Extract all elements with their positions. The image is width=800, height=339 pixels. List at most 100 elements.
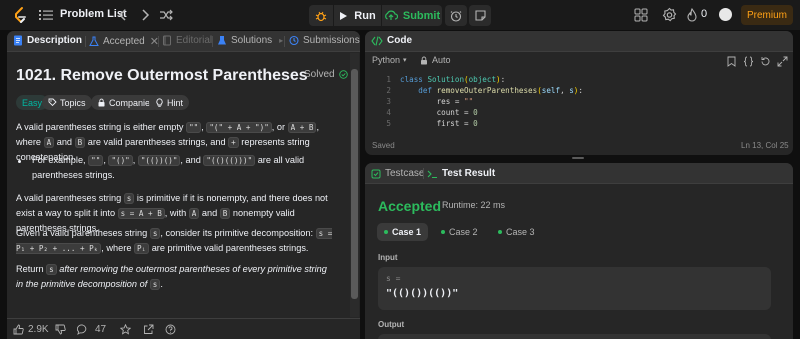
shuffle-icon[interactable]	[158, 7, 174, 23]
inline-code: s	[123, 193, 135, 204]
submit-button[interactable]: Submit	[382, 5, 442, 26]
verdict-status: Accepted	[378, 198, 442, 214]
hint-label: Hint	[167, 97, 184, 108]
scrollbar-thumb[interactable]	[351, 69, 358, 299]
scrollbar[interactable]	[350, 53, 359, 317]
thumbs-up-icon	[13, 324, 24, 335]
tab-accepted[interactable]: Accepted ✕	[89, 35, 159, 48]
left-tab-bar: Description Accepted ✕ Editorial Solutio…	[7, 31, 360, 52]
inline-code: s	[149, 228, 161, 239]
text: For example,	[32, 155, 89, 165]
chevron-left-icon[interactable]	[117, 7, 129, 23]
expand-icon[interactable]	[777, 56, 788, 67]
topics-chip[interactable]: Topics	[42, 95, 92, 110]
inline-code: ""	[88, 155, 104, 166]
case-tab-2[interactable]: Case 2	[434, 223, 485, 241]
text: , and	[180, 155, 204, 165]
like-button[interactable]: 2.9K	[13, 324, 49, 335]
text: are primitive valid parentheses strings.	[149, 243, 309, 253]
layout-grid-icon[interactable]	[634, 8, 648, 22]
hint-chip[interactable]: Hint	[149, 95, 190, 110]
leetcode-logo-icon[interactable]	[11, 6, 29, 24]
tab-solutions[interactable]: Solutions ▸	[217, 35, 283, 46]
tab-editorial[interactable]: Editorial	[162, 35, 212, 46]
description-panel: Description Accepted ✕ Editorial Solutio…	[7, 31, 360, 339]
input-variable: s =	[386, 274, 401, 283]
input-value-box: s = "(()())(())"	[378, 267, 771, 310]
tab-submissions[interactable]: Submissions	[289, 35, 360, 46]
tab-divider	[423, 168, 424, 179]
text: .	[160, 279, 163, 289]
run-button[interactable]: Run	[334, 5, 381, 26]
premium-button[interactable]: Premium	[741, 5, 793, 25]
line-number: 3	[386, 97, 391, 106]
star-icon[interactable]	[120, 324, 131, 335]
inline-code: B	[219, 208, 231, 219]
inline-code: A + B	[287, 122, 317, 133]
text: and	[199, 208, 220, 218]
tab-submissions-label: Submissions	[303, 35, 360, 46]
comments-count: 47	[95, 324, 107, 335]
tab-divider	[158, 36, 159, 47]
comments-button[interactable]: 47	[77, 324, 106, 335]
input-label: Input	[378, 253, 398, 262]
text: , where	[101, 243, 134, 253]
runtime-label: Runtime: 22 ms	[442, 200, 506, 210]
tab-testcase[interactable]: Testcase	[371, 168, 424, 179]
language-select[interactable]: Python ▾	[372, 55, 407, 65]
timer-icon[interactable]	[445, 5, 467, 26]
bookmark-icon[interactable]	[726, 56, 737, 67]
problem-list-icon[interactable]	[38, 8, 54, 22]
share-icon[interactable]	[143, 324, 154, 335]
notes-icon[interactable]	[469, 5, 491, 26]
case-label: Case 3	[506, 227, 535, 237]
reset-icon[interactable]	[760, 56, 771, 67]
likes-count: 2.9K	[28, 324, 49, 335]
inline-code: s	[46, 264, 57, 275]
solved-status: Solved	[304, 69, 348, 80]
debug-icon[interactable]	[309, 5, 333, 26]
page-title: 1021. Remove Outermost Parentheses	[16, 67, 308, 84]
avatar[interactable]	[719, 8, 732, 21]
tab-description[interactable]: Description	[13, 35, 82, 46]
code-editor[interactable]: 1 class Solution(object): 2 def removeOu…	[365, 75, 793, 135]
document-icon	[14, 35, 22, 46]
run-label: Run	[354, 9, 376, 22]
decomposition-paragraph: Given a valid parentheses string s, cons…	[16, 226, 336, 256]
tag-icon	[48, 98, 57, 107]
example-bullet: For example, "", "()", "(())()", and "((…	[32, 153, 337, 183]
output-value-box	[378, 334, 771, 339]
tab-test-result-label: Test Result	[442, 168, 496, 179]
text: , consider its primitive decomposition:	[160, 228, 316, 238]
code-editor-panel: Code Python ▾ Auto 1 class Solution(obje…	[365, 31, 793, 155]
input-value: "(()())(())"	[386, 288, 459, 299]
code-line: class Solution(object):	[400, 75, 506, 84]
case-tab-3[interactable]: Case 3	[491, 223, 542, 241]
gear-icon[interactable]	[662, 7, 677, 23]
inline-code: "()"	[108, 155, 133, 166]
pass-dot	[498, 230, 502, 234]
help-icon[interactable]	[165, 324, 176, 335]
line-number: 5	[386, 119, 391, 128]
tab-accepted-label: Accepted	[103, 36, 145, 47]
chevron-right-icon[interactable]	[139, 7, 151, 23]
bullet-dot	[18, 160, 21, 163]
tab-solutions-label: Solutions	[231, 35, 273, 46]
companies-label: Companies	[109, 97, 155, 108]
comment-icon	[77, 324, 87, 335]
format-braces-icon[interactable]	[743, 56, 754, 67]
panel-resize-handle[interactable]	[572, 157, 584, 159]
lock-icon	[98, 98, 105, 107]
chevron-down-icon: ▾	[403, 57, 407, 64]
auto-mode-toggle[interactable]: Auto	[420, 55, 451, 65]
inline-code: Pᵢ	[133, 243, 150, 254]
tab-test-result[interactable]: Test Result	[427, 168, 495, 179]
streak-fire-icon[interactable]	[687, 8, 697, 22]
code-title-label: Code	[387, 35, 412, 46]
mode-label: Auto	[432, 55, 451, 65]
dislike-button[interactable]	[55, 324, 66, 335]
case-tab-1[interactable]: Case 1	[377, 223, 429, 241]
return-paragraph: Return s after removing the outermost pa…	[16, 262, 336, 292]
code-line: def removeOuterParentheses(self, s):	[418, 86, 583, 95]
topics-label: Topics	[60, 97, 86, 108]
